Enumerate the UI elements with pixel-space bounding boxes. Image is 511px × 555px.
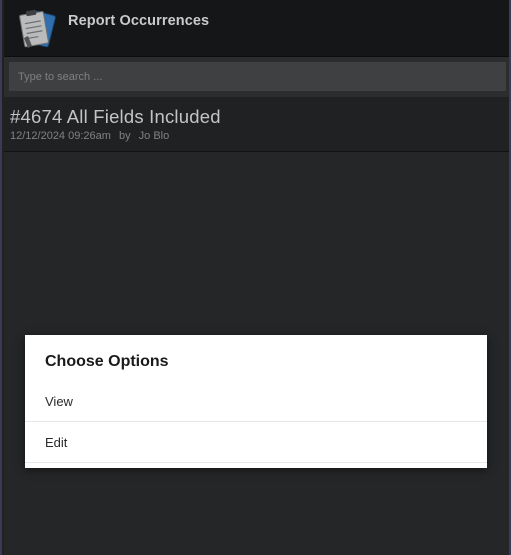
occurrence-list-item[interactable]: #4674 All Fields Included 12/12/2024 09:… (4, 97, 509, 152)
app-header: Report Occurrences (4, 0, 509, 57)
dialog-title: Choose Options (45, 353, 169, 370)
occurrence-author: Jo Blo (138, 130, 170, 142)
choose-options-dialog: Choose Options View Edit (25, 335, 487, 468)
view-option[interactable]: View (25, 381, 487, 422)
report-clipboard-icon (15, 8, 59, 50)
occurrence-by-label: by (118, 130, 131, 142)
occurrence-title: #4674 All Fields Included (10, 106, 221, 127)
occurrence-date: 12/12/2024 09:26am (10, 130, 111, 142)
search-input[interactable] (9, 62, 506, 91)
edit-option[interactable]: Edit (25, 422, 487, 463)
app-window: Report Occurrences #4674 All Fields Incl… (0, 0, 511, 555)
app-title: Report Occurrences (68, 13, 210, 29)
search-bar (4, 57, 509, 97)
occurrence-meta: 12/12/2024 09:26am by Jo Blo (10, 130, 174, 142)
